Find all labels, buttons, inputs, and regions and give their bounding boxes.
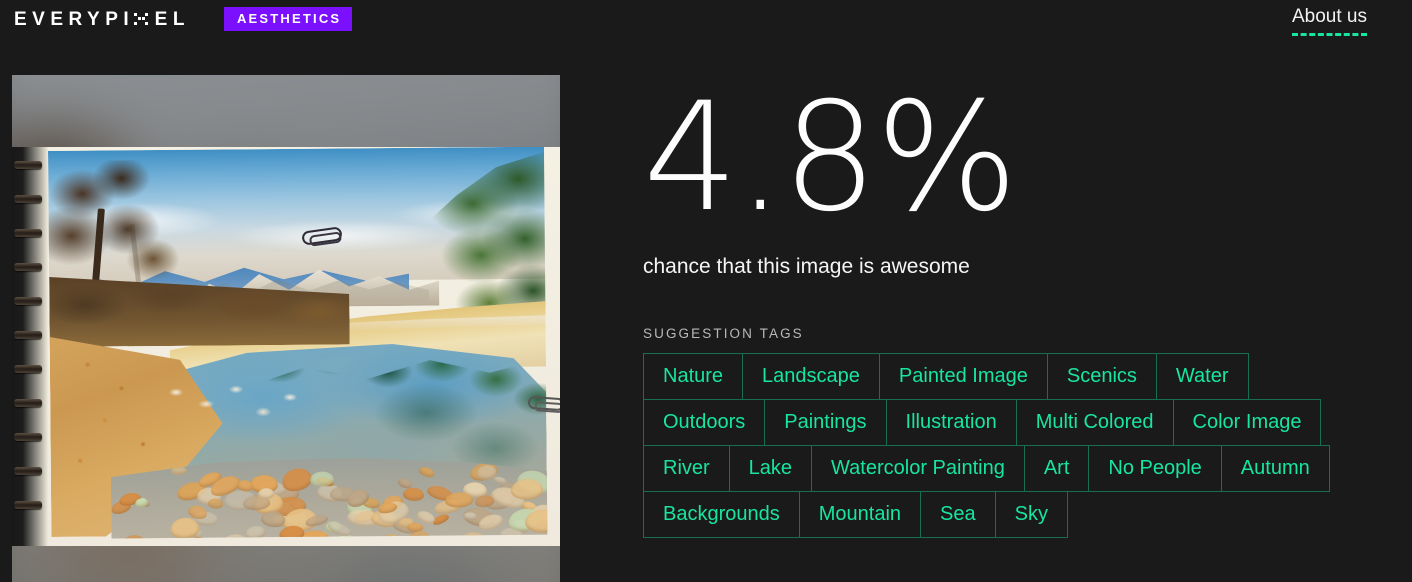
spiral-binding: [12, 147, 48, 546]
painted-stone: [510, 479, 542, 501]
suggestion-tag[interactable]: Landscape: [742, 353, 880, 401]
suggestion-tag[interactable]: Multi Colored: [1015, 399, 1174, 447]
logo-text-right: EL: [154, 8, 190, 30]
blurred-backdrop-bottom: [12, 546, 560, 582]
watercolor-painting: [48, 147, 547, 539]
spiral-ring: [14, 501, 42, 509]
image-preview-panel[interactable]: [12, 75, 560, 582]
suggestion-tags-list: Nature Landscape Painted Image Scenics Water…: [643, 353, 1333, 539]
spiral-ring: [14, 263, 42, 271]
suggestion-tag[interactable]: Lake: [728, 445, 813, 493]
painted-stone: [258, 487, 275, 499]
suggestion-tag[interactable]: Scenics: [1046, 353, 1157, 401]
analyzed-image: [12, 147, 560, 546]
suggestion-tag[interactable]: Color Image: [1172, 399, 1322, 447]
spiral-ring: [14, 467, 42, 475]
score-caption: chance that this image is awesome: [643, 255, 970, 278]
suggestion-tag[interactable]: Sea: [920, 491, 996, 539]
spiral-ring: [14, 331, 42, 339]
painting-pebble-edge: [157, 376, 309, 439]
suggestion-tag[interactable]: Sky: [994, 491, 1068, 539]
site-header: EVERYPI EL AESTHETICS About us: [0, 0, 1412, 40]
suggestion-tag[interactable]: Autumn: [1220, 445, 1330, 493]
blurred-backdrop-top: [12, 75, 560, 147]
suggestion-tag[interactable]: Painted Image: [878, 353, 1048, 401]
paperclip-right-icon: [527, 395, 560, 412]
results-panel: 4.8% chance that this image is awesome S…: [643, 71, 1383, 539]
suggestion-tag[interactable]: River: [643, 445, 730, 493]
painted-stone: [402, 487, 424, 502]
suggestion-tag[interactable]: Outdoors: [643, 399, 766, 447]
painted-stone: [445, 492, 474, 509]
spiral-ring: [14, 195, 42, 203]
painted-stone: [208, 498, 224, 509]
spiral-ring: [14, 365, 42, 373]
suggestion-tag[interactable]: No People: [1088, 445, 1222, 493]
suggestion-tag[interactable]: Nature: [643, 353, 744, 401]
suggestion-tag[interactable]: Illustration: [885, 399, 1017, 447]
logo-wordmark: EVERYPI EL: [14, 10, 190, 29]
pixel-x-icon: [134, 12, 149, 27]
painted-stone: [407, 522, 423, 531]
aesthetic-score: 4.8%: [643, 71, 1018, 245]
suggestion-tag[interactable]: Backgrounds: [643, 491, 800, 539]
suggestion-tag[interactable]: Watercolor Painting: [811, 445, 1025, 493]
about-us-link[interactable]: About us: [1292, 6, 1367, 36]
spiral-ring: [14, 297, 42, 305]
logo-text-left: EVERYPI: [14, 8, 135, 30]
suggestion-tag[interactable]: Mountain: [798, 491, 922, 539]
suggestion-tag[interactable]: Water: [1155, 353, 1249, 401]
aesthetics-badge[interactable]: AESTHETICS: [223, 7, 353, 31]
logo[interactable]: EVERYPI EL AESTHETICS: [14, 7, 353, 31]
spiral-ring: [14, 399, 42, 407]
spiral-ring: [14, 229, 42, 237]
suggestion-tag[interactable]: Paintings: [764, 399, 887, 447]
spiral-ring: [14, 433, 42, 441]
suggestion-tag[interactable]: Art: [1023, 445, 1090, 493]
painted-stone: [169, 517, 200, 539]
suggestion-tags-heading: SUGGESTION TAGS: [643, 326, 804, 342]
painted-stone: [418, 466, 436, 480]
spiral-ring: [14, 161, 42, 169]
